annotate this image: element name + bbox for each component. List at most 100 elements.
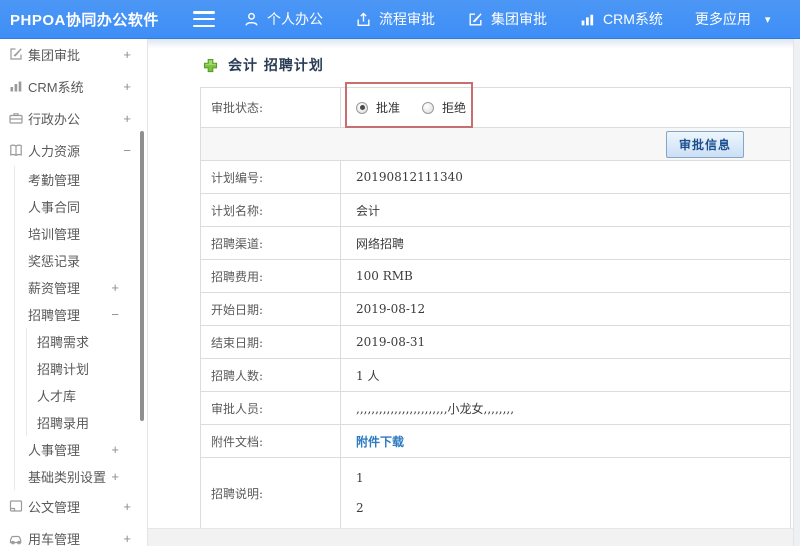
radio-checked-icon[interactable]: [356, 101, 368, 114]
row-attachment: 附件文档: 附件下载: [200, 424, 791, 458]
field-value: 网络招聘: [340, 226, 791, 260]
sidebar-item-label: 招聘需求: [37, 335, 90, 350]
edit-icon: [467, 11, 484, 28]
nav-workflow-approval[interactable]: 流程审批: [355, 9, 435, 29]
sidebar-item-hr-contract[interactable]: 人事合同: [15, 193, 147, 220]
row-approvers: 审批人员: ,,,,,,,,,,,,,,,,,,,,,,,,小龙女,,,,,,,…: [200, 391, 791, 425]
field-label: 开始日期:: [200, 292, 341, 326]
page-scrollbar-track[interactable]: [793, 38, 800, 546]
caret-down-icon[interactable]: ▾: [765, 13, 771, 26]
field-value: 1 2: [340, 457, 791, 529]
nav-crm-system[interactable]: CRM系统: [579, 9, 663, 29]
sidebar-item-salary[interactable]: 薪资管理 +: [15, 274, 147, 301]
add-icon[interactable]: [203, 58, 218, 73]
row-approval-status: 审批状态: 批准 拒绝: [200, 87, 791, 128]
radio-reject-label: 拒绝: [442, 101, 467, 115]
field-label: 招聘说明:: [200, 457, 341, 529]
sidebar-item-label: 培训管理: [28, 227, 81, 242]
nav-more-apps[interactable]: 更多应用: [695, 9, 751, 29]
approval-radio-group: 批准 拒绝: [356, 99, 790, 116]
radio-approve-label: 批准: [376, 101, 401, 115]
field-value: 100 RMB: [340, 259, 791, 293]
sidebar-item-recruit-plan[interactable]: 招聘计划: [27, 355, 147, 382]
expand-plus-icon[interactable]: +: [123, 531, 131, 546]
document-icon: [8, 498, 24, 514]
sidebar-item-admin-office[interactable]: 行政办公 +: [0, 102, 147, 134]
sidebar-item-talent-pool[interactable]: 人才库: [27, 382, 147, 409]
sidebar-item-base-category[interactable]: 基础类别设置 +: [15, 463, 147, 490]
sidebar-scrollbar[interactable]: [140, 131, 144, 421]
sidebar: 集团审批 + CRM系统 + 行政办公 + 人力资源 − 考勤管理 人事合同 培…: [0, 38, 148, 546]
row-recruit-description: 招聘说明: 1 2: [200, 457, 791, 529]
expand-plus-icon[interactable]: +: [123, 79, 131, 94]
expand-plus-icon[interactable]: +: [123, 499, 131, 514]
field-label: 审批人员:: [200, 391, 341, 425]
app-logo[interactable]: PHPOA协同办公软件: [0, 9, 193, 30]
field-value: ,,,,,,,,,,,,,,,,,,,,,,,,小龙女,,,,,,,,: [340, 391, 791, 425]
nav-label: 更多应用: [694, 11, 751, 27]
sidebar-item-training[interactable]: 培训管理: [15, 220, 147, 247]
bar-chart-icon: [8, 78, 24, 94]
menu-toggle-icon[interactable]: [193, 11, 215, 27]
sidebar-item-recruit-demand[interactable]: 招聘需求: [27, 328, 147, 355]
field-value: 会计: [340, 193, 791, 227]
row-end-date: 结束日期: 2019-08-31: [200, 325, 791, 359]
title-row: 会计 招聘计划: [203, 55, 324, 75]
page-title: 会计 招聘计划: [228, 58, 324, 74]
nav-personal-office[interactable]: 个人办公: [243, 9, 323, 29]
sidebar-item-document-mgmt[interactable]: 公文管理 +: [0, 490, 147, 522]
field-label: 招聘人数:: [200, 358, 341, 392]
expand-plus-icon[interactable]: +: [123, 111, 131, 126]
sidebar-item-group-approval[interactable]: 集团审批 +: [0, 38, 147, 70]
sidebar-item-rewards[interactable]: 奖惩记录: [15, 247, 147, 274]
description-line: 1: [356, 471, 364, 485]
radio-reject[interactable]: 拒绝: [422, 99, 466, 116]
sidebar-item-label: 用车管理: [28, 531, 81, 546]
user-icon: [243, 11, 260, 28]
expand-plus-icon[interactable]: +: [123, 47, 131, 62]
sidebar-item-label: 招聘计划: [37, 362, 90, 377]
sidebar-item-hr[interactable]: 人力资源 −: [0, 134, 147, 166]
field-label: 结束日期:: [200, 325, 341, 359]
sidebar-item-attendance[interactable]: 考勤管理: [15, 166, 147, 193]
expand-plus-icon[interactable]: +: [111, 280, 119, 295]
nav-label: 流程审批: [379, 11, 435, 27]
row-recruit-cost: 招聘费用: 100 RMB: [200, 259, 791, 293]
top-gradient-strip: [148, 38, 800, 48]
radio-approve[interactable]: 批准: [356, 99, 400, 116]
sidebar-item-recruit-hire[interactable]: 招聘录用: [27, 409, 147, 436]
recruitment-submenu: 招聘需求 招聘计划 人才库 招聘录用: [26, 328, 147, 436]
expand-plus-icon[interactable]: +: [111, 469, 119, 484]
field-label: 招聘费用:: [200, 259, 341, 293]
bar-chart-icon: [579, 11, 596, 28]
top-nav: 个人办公 流程审批 集团审批 CRM系统 更多应用 ▾: [243, 9, 770, 29]
sidebar-item-personnel[interactable]: 人事管理 +: [15, 436, 147, 463]
expand-minus-icon[interactable]: −: [111, 307, 119, 322]
sidebar-item-vehicle-mgmt[interactable]: 用车管理 +: [0, 522, 147, 546]
approval-info-button[interactable]: 审批信息: [665, 130, 744, 158]
field-value: 1 人: [340, 358, 791, 392]
field-label: 审批状态:: [200, 87, 341, 128]
sidebar-item-label: 基础类别设置: [28, 470, 107, 485]
top-header: PHPOA协同办公软件 个人办公 流程审批 集团审批 CRM系统 更多应用 ▾: [0, 0, 800, 38]
sidebar-item-label: 公文管理: [28, 499, 81, 515]
attachment-download-link[interactable]: 附件下载: [356, 435, 404, 449]
main-content: 会计 招聘计划 审批状态: 批准 拒绝 审批信息 计划编号: 201908121…: [148, 38, 800, 546]
field-value: 2019-08-12: [340, 292, 791, 326]
car-icon: [8, 530, 24, 546]
nav-group-approval[interactable]: 集团审批: [467, 9, 547, 29]
row-plan-number: 计划编号: 20190812111340: [200, 160, 791, 194]
briefcase-icon: [8, 110, 24, 126]
radio-unchecked-icon[interactable]: [422, 101, 435, 114]
expand-plus-icon[interactable]: +: [111, 442, 119, 457]
nav-label: 个人办公: [267, 11, 323, 27]
hr-submenu: 考勤管理 人事合同 培训管理 奖惩记录 薪资管理 + 招聘管理 − 招聘需求 招…: [14, 166, 147, 490]
row-start-date: 开始日期: 2019-08-12: [200, 292, 791, 326]
field-value: 2019-08-31: [340, 325, 791, 359]
sidebar-item-crm[interactable]: CRM系统 +: [0, 70, 147, 102]
bottom-band: [148, 528, 793, 546]
expand-minus-icon[interactable]: −: [123, 143, 131, 158]
sidebar-item-label: 考勤管理: [28, 173, 81, 188]
app-window: PHPOA协同办公软件 个人办公 流程审批 集团审批 CRM系统 更多应用 ▾ …: [0, 0, 800, 546]
sidebar-item-recruitment[interactable]: 招聘管理 −: [15, 301, 147, 328]
